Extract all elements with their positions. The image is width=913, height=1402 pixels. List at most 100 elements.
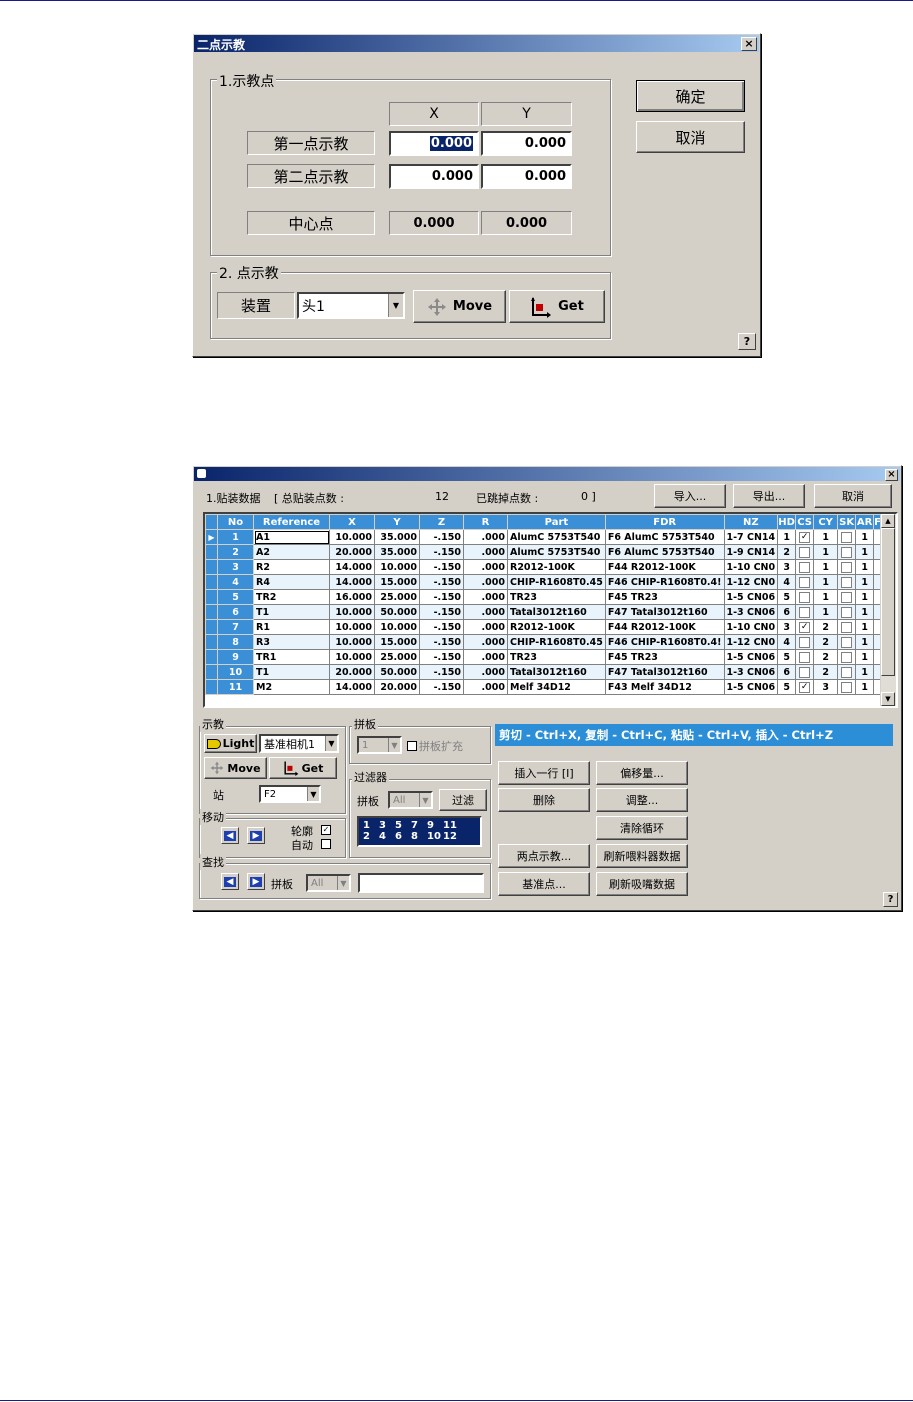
cs-checkbox[interactable] bbox=[799, 636, 811, 648]
cell-ref[interactable]: R3 bbox=[253, 634, 330, 650]
cell-sk[interactable] bbox=[837, 649, 857, 665]
cell-z[interactable]: -.150 bbox=[419, 544, 464, 560]
second-point-y-input[interactable]: 0.000 bbox=[481, 164, 572, 189]
panel-expand-checkbox[interactable] bbox=[407, 741, 417, 751]
find-next-button[interactable]: ▶ bbox=[247, 873, 265, 890]
cell-part[interactable]: TR23 bbox=[507, 589, 606, 605]
sk-checkbox[interactable] bbox=[841, 681, 853, 693]
panel-number[interactable]: 8 bbox=[411, 831, 427, 842]
cell-cs[interactable] bbox=[795, 664, 815, 680]
move-button-2[interactable]: Move bbox=[204, 757, 267, 779]
cell-z[interactable]: -.150 bbox=[419, 679, 464, 695]
cell-cy[interactable]: 1 bbox=[813, 559, 839, 575]
cell-ref[interactable]: A2 bbox=[253, 544, 330, 560]
cell-x[interactable]: 16.000 bbox=[329, 589, 375, 605]
chevron-down-icon[interactable]: ▼ bbox=[337, 876, 349, 890]
column-header[interactable]: HD bbox=[777, 514, 797, 530]
cell-r[interactable]: .000 bbox=[463, 544, 508, 560]
table-row[interactable]: 4 R4 14.000 15.000 -.150.000 CHIP-R1608T0.45 F… bbox=[205, 574, 894, 590]
cell-z[interactable]: -.150 bbox=[419, 574, 464, 590]
cell-x[interactable]: 10.000 bbox=[329, 619, 375, 635]
cell-z[interactable]: -.150 bbox=[419, 664, 464, 680]
table-scrollbar[interactable]: ▲ ▼ bbox=[880, 514, 896, 706]
cell-cs[interactable] bbox=[795, 559, 815, 575]
column-header[interactable]: SK bbox=[837, 514, 857, 530]
cancel-button[interactable]: 取消 bbox=[636, 121, 745, 153]
station-select[interactable]: F2 ▼ bbox=[259, 785, 321, 803]
table-row[interactable]: 9 TR1 10.000 25.000 -.150.000 TR23 F45 TR23 1-5… bbox=[205, 649, 894, 665]
cell-hd[interactable]: 6 bbox=[777, 604, 797, 620]
export-button[interactable]: 导出... bbox=[733, 484, 805, 508]
close-button[interactable]: × bbox=[741, 37, 757, 51]
find-prev-button[interactable]: ◀ bbox=[221, 873, 239, 890]
cell-part[interactable]: TR23 bbox=[507, 649, 606, 665]
import-button[interactable]: 导入... bbox=[654, 484, 726, 508]
cell-ref[interactable]: M2 bbox=[253, 679, 330, 695]
cell-part[interactable]: R2012-100K bbox=[507, 619, 606, 635]
panel-select[interactable]: 1 ▼ bbox=[357, 736, 402, 754]
sk-checkbox[interactable] bbox=[841, 666, 853, 678]
chevron-down-icon[interactable]: ▼ bbox=[388, 738, 400, 752]
device-select[interactable]: 头1 ▼ bbox=[297, 292, 405, 319]
cell-y[interactable]: 25.000 bbox=[374, 589, 420, 605]
cell-hd[interactable]: 5 bbox=[777, 679, 797, 695]
cs-checkbox[interactable]: ✓ bbox=[799, 681, 811, 693]
cs-checkbox[interactable]: ✓ bbox=[799, 531, 811, 543]
cell-sk[interactable] bbox=[837, 619, 857, 635]
cell-nz[interactable]: 1-5 CN06 bbox=[723, 679, 779, 695]
cell-r[interactable]: .000 bbox=[463, 574, 508, 590]
cell-y[interactable]: 10.000 bbox=[374, 619, 420, 635]
column-header[interactable]: Reference bbox=[253, 514, 330, 530]
cell-ar[interactable]: 1 bbox=[855, 589, 875, 605]
cell-cy[interactable]: 2 bbox=[813, 634, 839, 650]
cell-ar[interactable]: 1 bbox=[855, 649, 875, 665]
cs-checkbox[interactable] bbox=[799, 576, 811, 588]
cell-y[interactable]: 25.000 bbox=[374, 649, 420, 665]
cell-sk[interactable] bbox=[837, 559, 857, 575]
panel-number[interactable]: 9 bbox=[427, 820, 443, 831]
cell-cs[interactable]: ✓ bbox=[795, 529, 815, 545]
cell-fdr[interactable]: F46 CHIP-R1608T0.4! bbox=[604, 574, 725, 590]
scroll-up-icon[interactable]: ▲ bbox=[881, 514, 895, 528]
table-row[interactable]: 8 R3 10.000 15.000 -.150.000 CHIP-R1608T0.45 F… bbox=[205, 634, 894, 650]
cell-r[interactable]: .000 bbox=[463, 559, 508, 575]
column-header[interactable]: Part bbox=[507, 514, 606, 530]
cell-y[interactable]: 50.000 bbox=[374, 604, 420, 620]
cs-checkbox[interactable] bbox=[799, 546, 811, 558]
cell-ref[interactable]: A1 bbox=[253, 529, 330, 545]
cell-sk[interactable] bbox=[837, 529, 857, 545]
filter-button[interactable]: 过滤 bbox=[439, 789, 487, 811]
cell-r[interactable]: .000 bbox=[463, 529, 508, 545]
cs-checkbox[interactable] bbox=[799, 591, 811, 603]
cell-part[interactable]: Tatal3012t160 bbox=[507, 664, 606, 680]
cell-r[interactable]: .000 bbox=[463, 664, 508, 680]
column-header[interactable]: CS bbox=[795, 514, 815, 530]
cell-x[interactable]: 10.000 bbox=[329, 634, 375, 650]
chevron-down-icon[interactable]: ▼ bbox=[388, 294, 403, 317]
cell-x[interactable]: 14.000 bbox=[329, 679, 375, 695]
cell-r[interactable]: .000 bbox=[463, 679, 508, 695]
cell-ref[interactable]: R4 bbox=[253, 574, 330, 590]
panel-number[interactable]: 3 bbox=[379, 820, 395, 831]
cell-part[interactable]: R2012-100K bbox=[507, 559, 606, 575]
cell-cy[interactable]: 1 bbox=[813, 604, 839, 620]
cell-cs[interactable]: ✓ bbox=[795, 619, 815, 635]
cell-fdr[interactable]: F44 R2012-100K bbox=[604, 559, 725, 575]
panel-number[interactable]: 5 bbox=[395, 820, 411, 831]
cell-y[interactable]: 35.000 bbox=[374, 529, 420, 545]
cell-z[interactable]: -.150 bbox=[419, 589, 464, 605]
cell-ar[interactable]: 1 bbox=[855, 574, 875, 590]
cell-r[interactable]: .000 bbox=[463, 604, 508, 620]
get-button-2[interactable]: Get bbox=[269, 757, 337, 779]
auto-checkbox[interactable] bbox=[321, 839, 331, 849]
cs-checkbox[interactable] bbox=[799, 606, 811, 618]
offset-button[interactable]: 偏移量... bbox=[596, 761, 688, 785]
panel-number[interactable]: 4 bbox=[379, 831, 395, 842]
sk-checkbox[interactable] bbox=[841, 621, 853, 633]
cell-r[interactable]: .000 bbox=[463, 619, 508, 635]
panel-number[interactable]: 1 bbox=[363, 820, 379, 831]
cell-x[interactable]: 20.000 bbox=[329, 664, 375, 680]
cell-r[interactable]: .000 bbox=[463, 649, 508, 665]
cell-cy[interactable]: 1 bbox=[813, 544, 839, 560]
cell-x[interactable]: 10.000 bbox=[329, 604, 375, 620]
